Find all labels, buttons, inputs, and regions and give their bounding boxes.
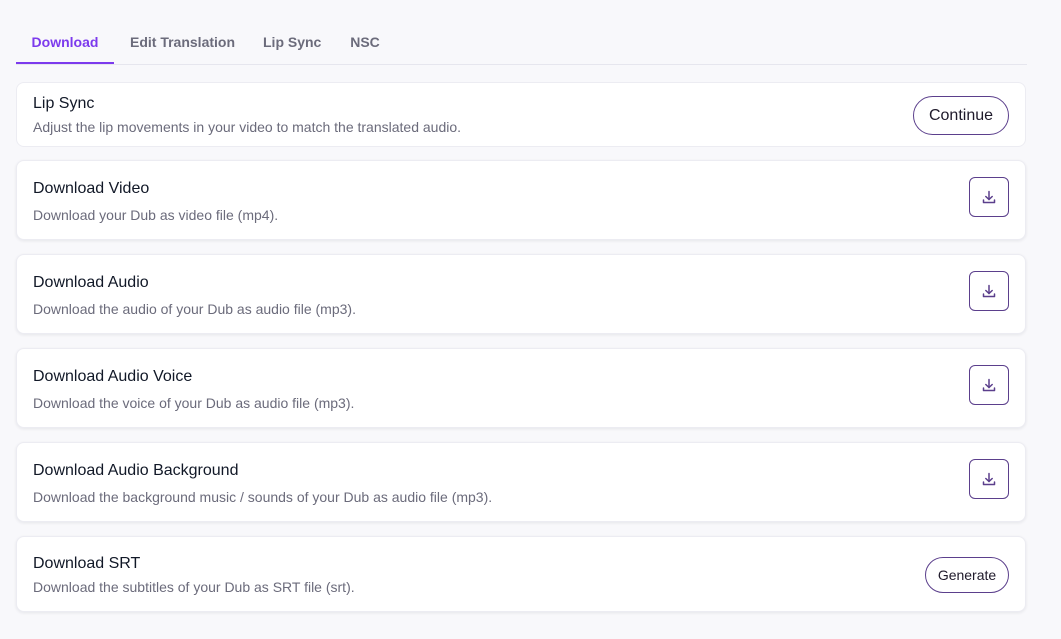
download-audio-card: Download Audio Download the audio of you… bbox=[16, 254, 1026, 334]
download-audio-voice-title: Download Audio Voice bbox=[33, 368, 193, 385]
download-video-description: Download your Dub as video file (mp4). bbox=[33, 207, 279, 223]
download-srt-description: Download the subtitles of your Dub as SR… bbox=[33, 579, 355, 595]
download-icon bbox=[982, 378, 996, 392]
download-audio-voice-card: Download Audio Voice Download the voice … bbox=[16, 348, 1026, 428]
download-video-title: Download Video bbox=[33, 180, 150, 197]
tab-nsc[interactable]: NSC bbox=[350, 22, 380, 63]
download-audio-background-title: Download Audio Background bbox=[33, 462, 239, 479]
lip-sync-description: Adjust the lip movements in your video t… bbox=[33, 119, 462, 135]
lip-sync-title: Lip Sync bbox=[33, 95, 95, 112]
download-audio-background-description: Download the background music / sounds o… bbox=[33, 489, 493, 505]
lip-sync-card: Lip Sync Adjust the lip movements in you… bbox=[16, 82, 1026, 147]
download-audio-background-card: Download Audio Background Download the b… bbox=[16, 442, 1026, 522]
tab-bar: Download Edit Translation Lip Sync NSC bbox=[16, 22, 1027, 65]
download-srt-card: Download SRT Download the subtitles of y… bbox=[16, 536, 1026, 612]
download-audio-voice-description: Download the voice of your Dub as audio … bbox=[33, 395, 355, 411]
download-audio-description: Download the audio of your Dub as audio … bbox=[33, 301, 356, 317]
tab-lip-sync[interactable]: Lip Sync bbox=[263, 22, 321, 63]
download-audio-voice-button[interactable] bbox=[969, 365, 1009, 405]
download-audio-background-button[interactable] bbox=[969, 459, 1009, 499]
download-icon bbox=[982, 284, 996, 298]
tab-download[interactable]: Download bbox=[16, 22, 114, 64]
download-icon bbox=[982, 472, 996, 486]
download-audio-button[interactable] bbox=[969, 271, 1009, 311]
download-icon bbox=[982, 190, 996, 204]
download-video-button[interactable] bbox=[969, 177, 1009, 217]
tab-edit-translation[interactable]: Edit Translation bbox=[130, 22, 235, 63]
download-audio-title: Download Audio bbox=[33, 274, 149, 291]
continue-button[interactable]: Continue bbox=[913, 96, 1009, 135]
download-video-card: Download Video Download your Dub as vide… bbox=[16, 160, 1026, 240]
download-srt-title: Download SRT bbox=[33, 555, 141, 572]
generate-button[interactable]: Generate bbox=[925, 557, 1009, 593]
